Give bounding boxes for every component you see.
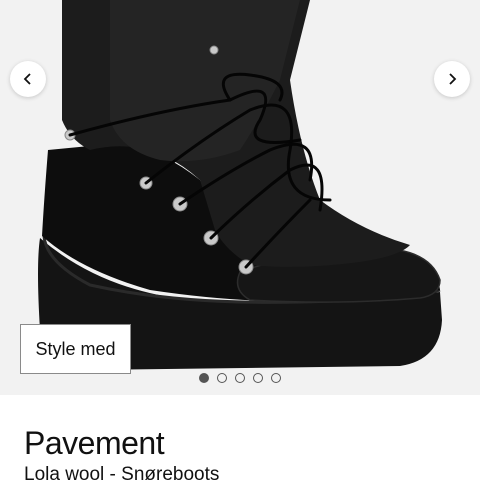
style-with-button[interactable]: Style med — [20, 324, 131, 374]
product-gallery[interactable]: Style med — [0, 0, 480, 395]
gallery-dot-2[interactable] — [217, 373, 227, 383]
gallery-pagination-dots — [0, 373, 480, 383]
chevron-right-icon — [449, 73, 457, 85]
gallery-dot-4[interactable] — [253, 373, 263, 383]
gallery-dot-5[interactable] — [271, 373, 281, 383]
next-image-button[interactable] — [434, 61, 470, 97]
gallery-dot-3[interactable] — [235, 373, 245, 383]
gallery-dot-1[interactable] — [199, 373, 209, 383]
product-brand[interactable]: Pavement — [24, 425, 165, 462]
product-name: Lola wool - Snøreboots — [24, 464, 220, 480]
chevron-left-icon — [23, 73, 31, 85]
previous-image-button[interactable] — [10, 61, 46, 97]
